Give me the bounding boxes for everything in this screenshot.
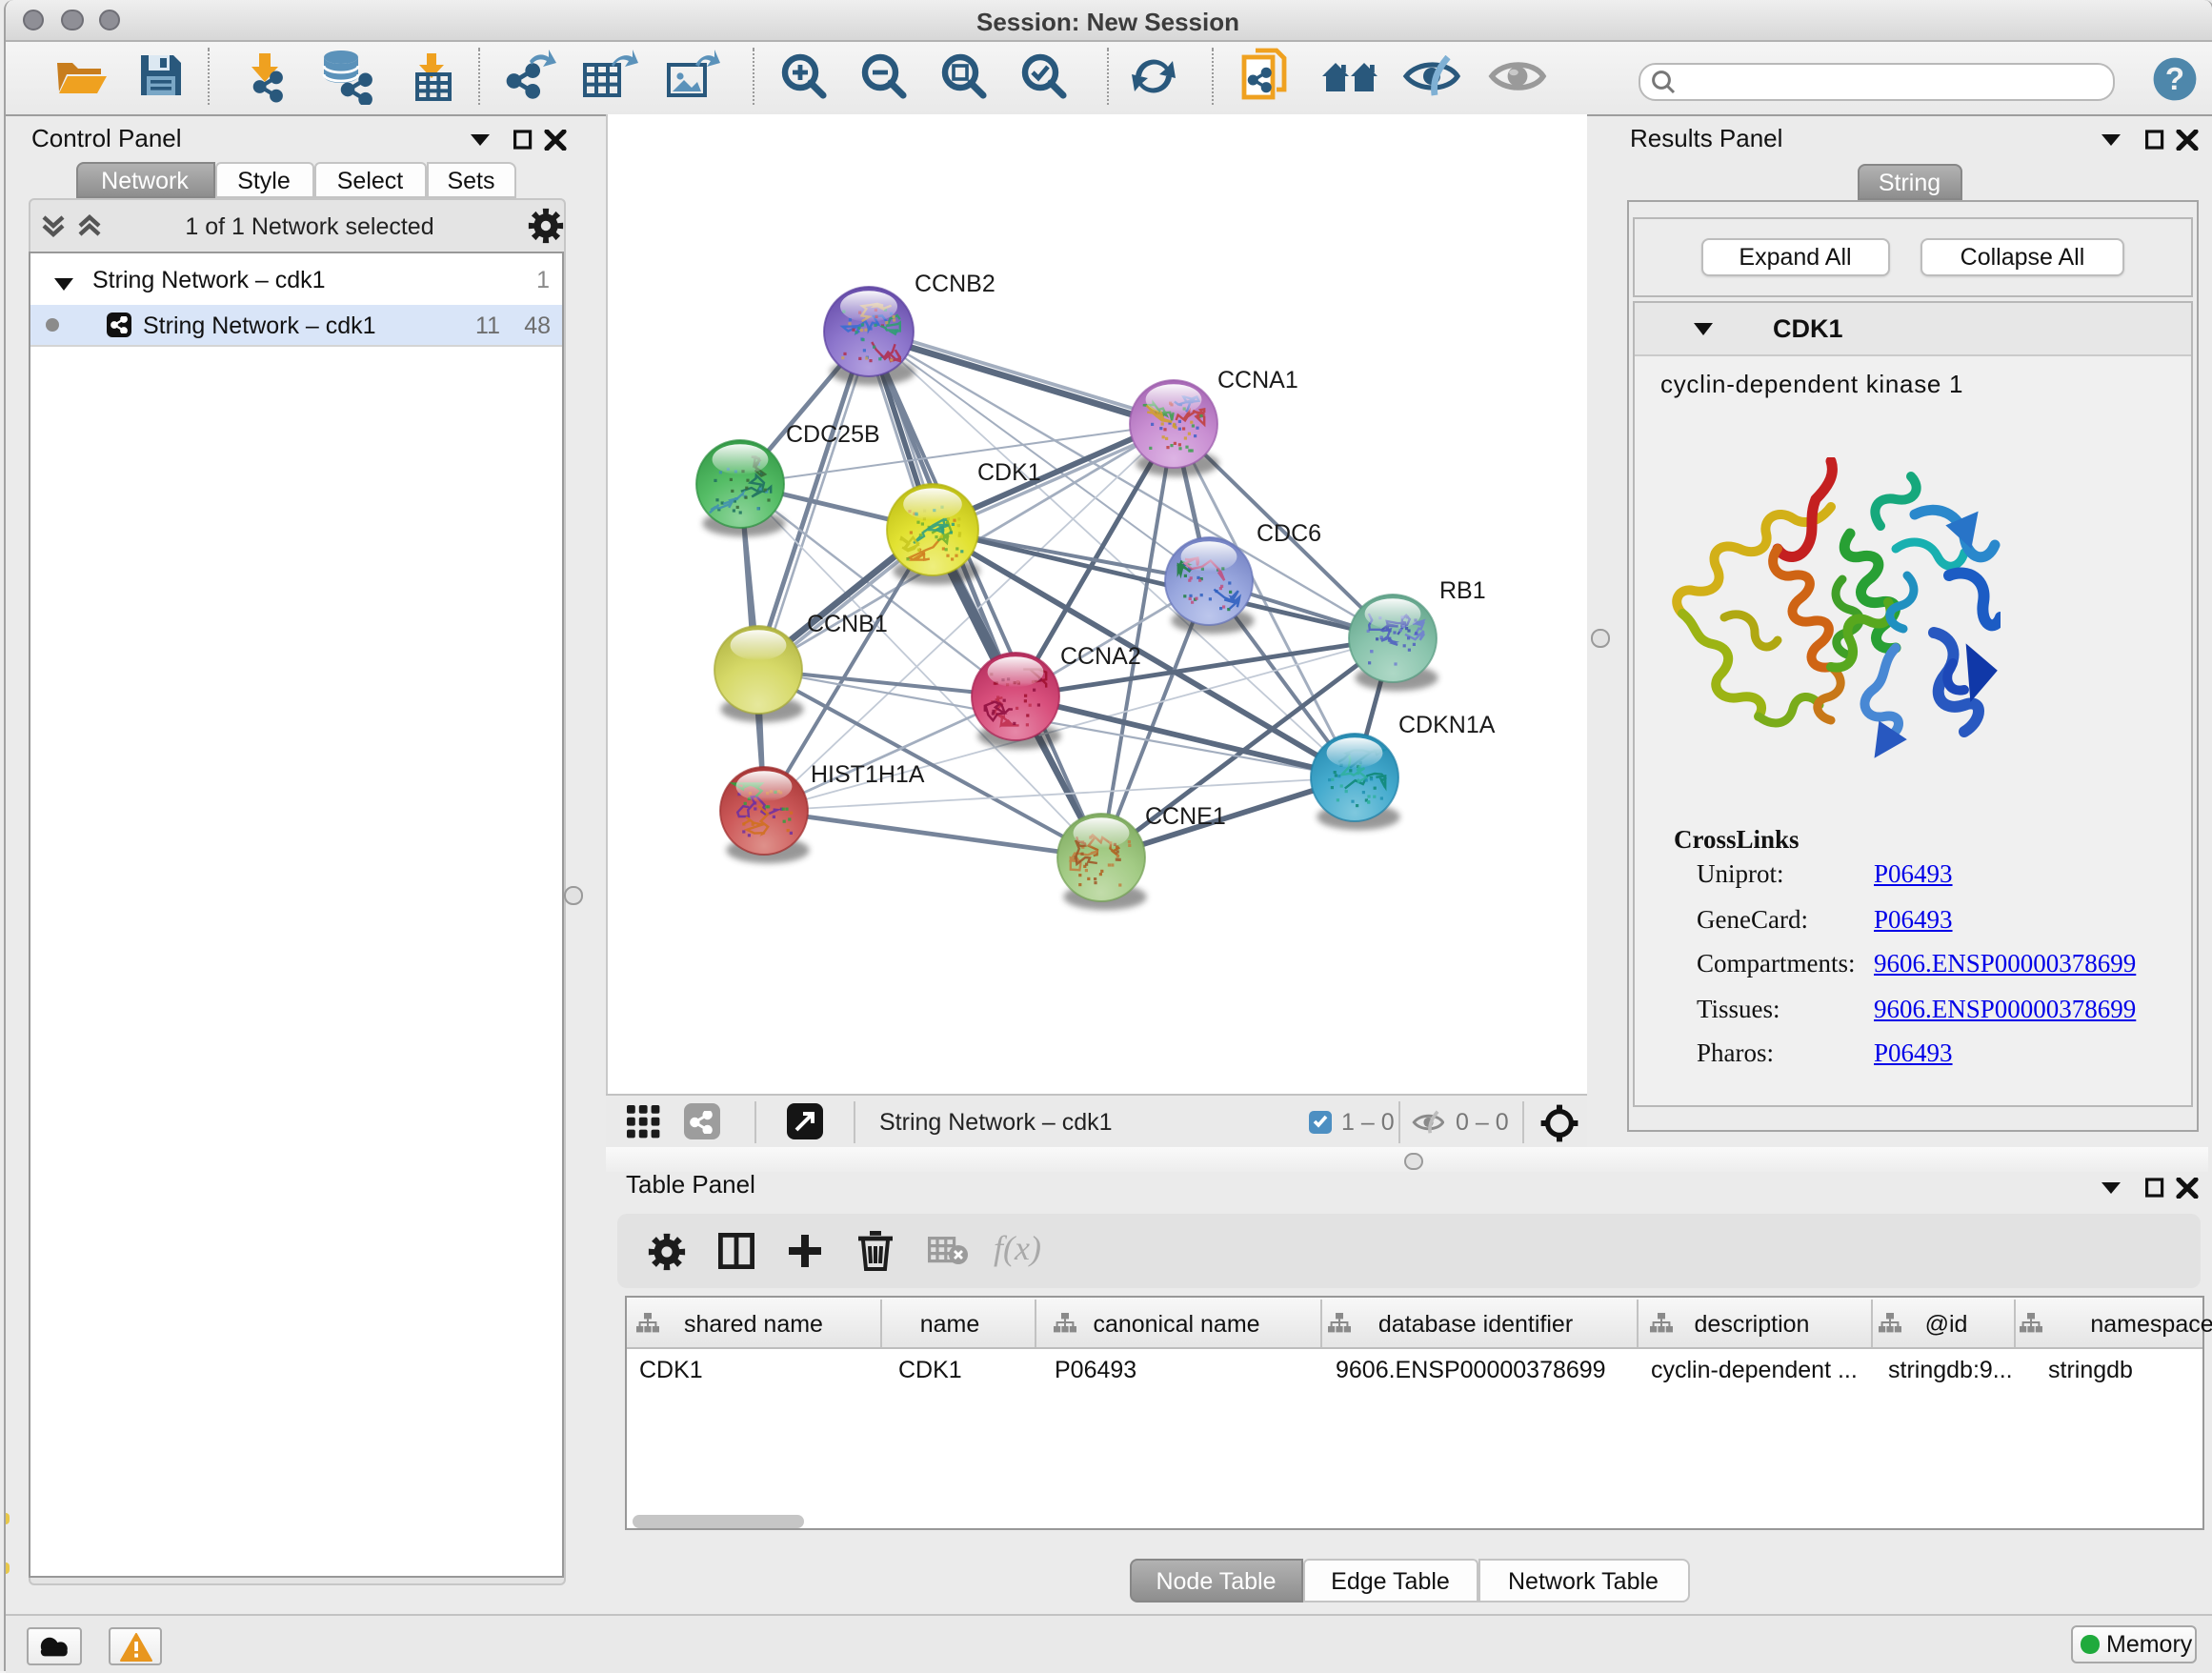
svg-text:CDC25B: CDC25B xyxy=(785,421,879,448)
svg-text:CCNA1: CCNA1 xyxy=(1217,367,1297,393)
svg-text:CDKN1A: CDKN1A xyxy=(1398,712,1495,738)
svg-text:CCNB1: CCNB1 xyxy=(806,611,887,637)
svg-text:?: ? xyxy=(2164,61,2183,96)
svg-text:HIST1H1A: HIST1H1A xyxy=(810,761,924,788)
svg-text:RB1: RB1 xyxy=(1438,577,1485,604)
svg-text:CDC6: CDC6 xyxy=(1256,520,1320,547)
svg-text:CDK1: CDK1 xyxy=(976,459,1040,486)
svg-text:CCNE1: CCNE1 xyxy=(1144,803,1225,830)
svg-text:CCNB2: CCNB2 xyxy=(914,271,995,297)
svg-text:CCNA2: CCNA2 xyxy=(1059,643,1140,670)
